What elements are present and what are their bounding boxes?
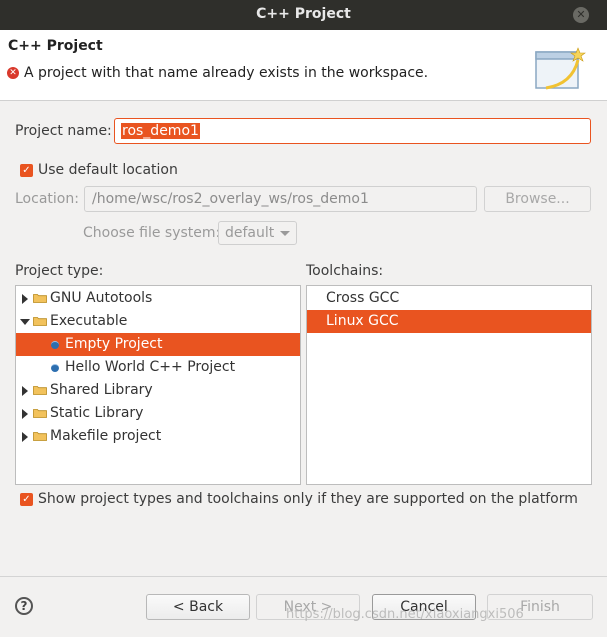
- chevron-right-icon[interactable]: [22, 294, 28, 304]
- project-name-field[interactable]: ros_demo1: [114, 118, 591, 144]
- project-name-value: ros_demo1: [121, 123, 200, 139]
- show-supported-checkbox[interactable]: ✓: [20, 493, 33, 506]
- chevron-down-icon: [280, 231, 290, 236]
- use-default-location-checkbox[interactable]: ✓: [20, 164, 33, 177]
- tree-item-label: Executable: [50, 313, 128, 329]
- tree-folder[interactable]: GNU Autotools: [16, 287, 300, 310]
- wizard-banner-icon: [535, 47, 586, 90]
- tree-folder[interactable]: Shared Library: [16, 379, 300, 402]
- toolchain-item-label: Linux GCC: [326, 313, 399, 329]
- close-icon[interactable]: ✕: [573, 7, 589, 23]
- tree-item-label: GNU Autotools: [50, 290, 153, 306]
- chevron-right-icon[interactable]: [22, 409, 28, 419]
- toolchain-item-label: Cross GCC: [326, 290, 400, 306]
- project-type-label: Project type:: [15, 263, 104, 279]
- toolchains-list[interactable]: Cross GCC Linux GCC: [306, 285, 592, 485]
- tree-item[interactable]: Hello World C++ Project: [16, 356, 300, 379]
- file-system-value: default: [225, 225, 275, 241]
- project-type-tree[interactable]: GNU Autotools Executable Empty Project Hell…: [15, 285, 301, 485]
- folder-icon: [33, 409, 47, 418]
- page-title: C++ Project: [8, 38, 103, 54]
- tree-item-label: Static Library: [50, 405, 144, 421]
- project-item-icon: [51, 341, 59, 349]
- file-system-dropdown[interactable]: default: [218, 221, 297, 245]
- toolchain-item[interactable]: Cross GCC: [307, 287, 591, 310]
- folder-icon: [33, 294, 47, 303]
- file-system-label: Choose file system:: [83, 225, 221, 241]
- window-titlebar: C++ Project ✕: [0, 0, 607, 30]
- location-value: /home/wsc/ros2_overlay_ws/ros_demo1: [92, 191, 369, 207]
- toolchains-label: Toolchains:: [306, 263, 384, 279]
- tree-item-label: Hello World C++ Project: [65, 359, 236, 375]
- folder-icon: [33, 317, 47, 326]
- footer-separator: [0, 576, 607, 577]
- show-supported-label: Show project types and toolchains only i…: [38, 491, 578, 507]
- browse-button[interactable]: Browse...: [484, 186, 591, 212]
- tree-item-label: Empty Project: [65, 336, 163, 352]
- wizard-header: C++ Project ✕ A project with that name a…: [0, 30, 607, 101]
- location-field[interactable]: /home/wsc/ros2_overlay_ws/ros_demo1: [84, 186, 477, 212]
- tree-folder[interactable]: Static Library: [16, 402, 300, 425]
- back-button[interactable]: < Back: [146, 594, 250, 620]
- use-default-location-label: Use default location: [38, 162, 178, 178]
- chevron-right-icon[interactable]: [22, 386, 28, 396]
- location-label: Location:: [15, 191, 79, 207]
- project-name-label: Project name:: [15, 123, 112, 139]
- tree-folder[interactable]: Executable: [16, 310, 300, 333]
- folder-icon: [33, 386, 47, 395]
- window-title: C++ Project: [256, 6, 351, 22]
- tree-folder[interactable]: Makefile project: [16, 425, 300, 448]
- chevron-right-icon[interactable]: [22, 432, 28, 442]
- chevron-down-icon[interactable]: [20, 319, 30, 325]
- project-item-icon: [51, 364, 59, 372]
- watermark-text: https://blog.csdn.net/xiaoxiangxi506: [286, 607, 524, 622]
- tree-item[interactable]: Empty Project: [16, 333, 300, 356]
- tree-item-label: Makefile project: [50, 428, 162, 444]
- tree-item-label: Shared Library: [50, 382, 153, 398]
- folder-icon: [33, 432, 47, 441]
- error-message: A project with that name already exists …: [24, 65, 429, 81]
- error-icon: ✕: [7, 67, 19, 79]
- help-icon[interactable]: ?: [15, 597, 33, 615]
- toolchain-item[interactable]: Linux GCC: [307, 310, 591, 333]
